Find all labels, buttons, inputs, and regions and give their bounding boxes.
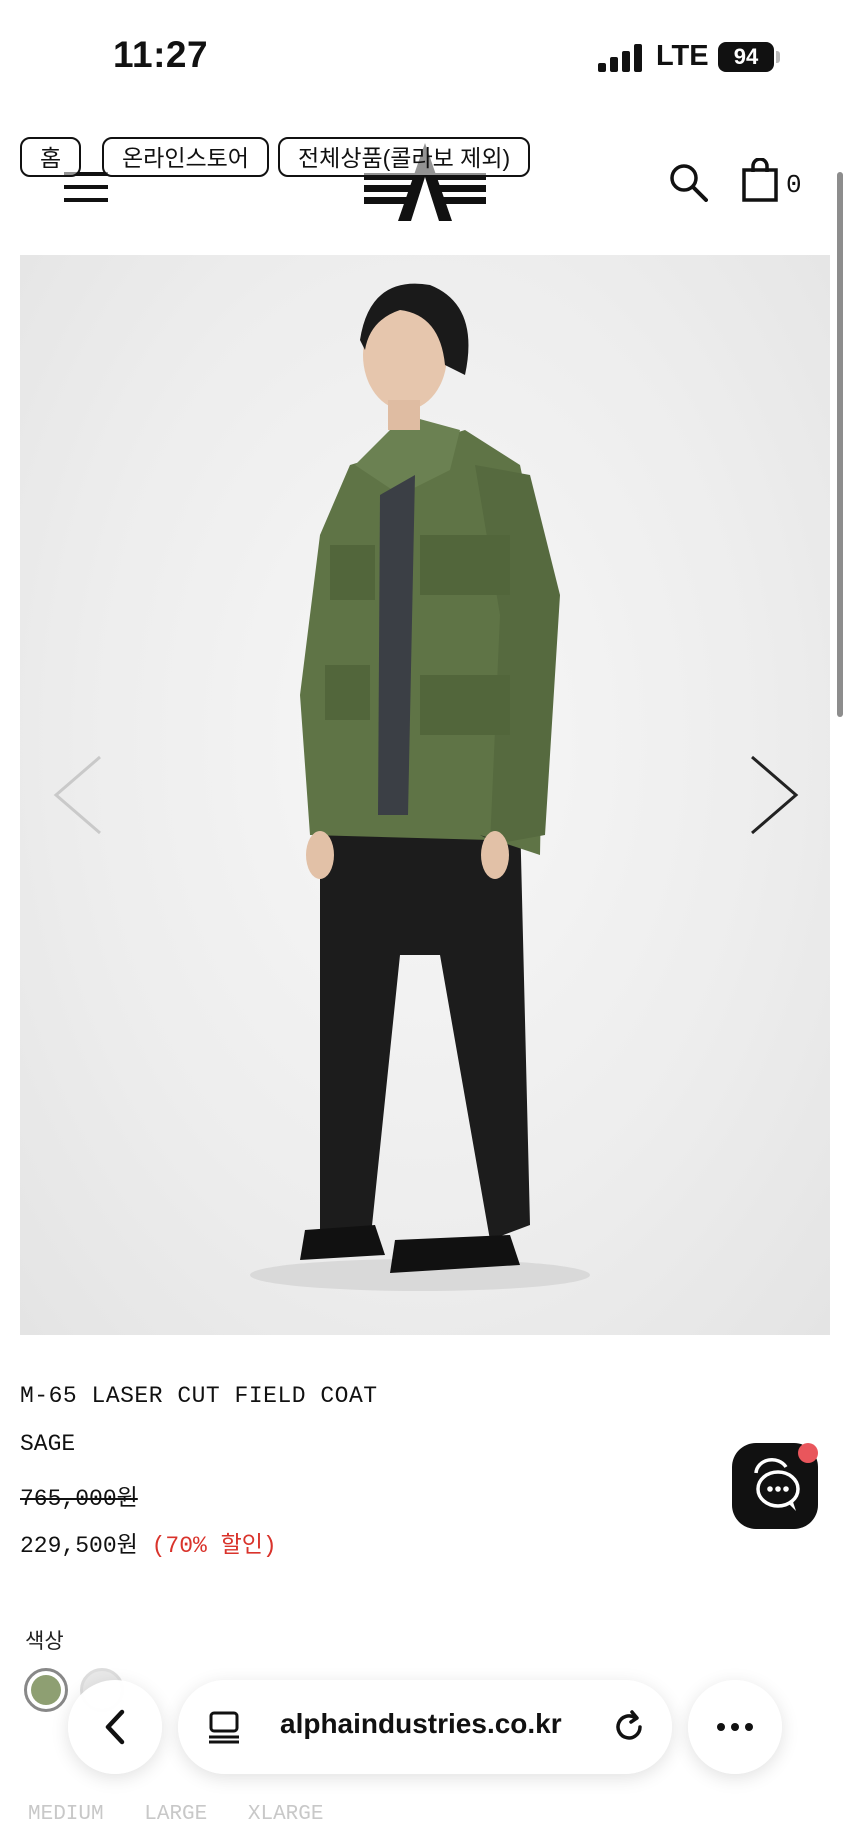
swatch-fill — [31, 1675, 61, 1705]
product-color-name: SAGE — [20, 1431, 76, 1457]
size-option-large[interactable]: LARGE — [144, 1803, 207, 1826]
cart-count: 0 — [786, 170, 802, 200]
color-swatch-sage[interactable] — [24, 1668, 68, 1712]
original-price: 765,000원 — [20, 1486, 138, 1512]
tabs-icon[interactable] — [206, 1709, 242, 1745]
sale-price: 229,500원 — [20, 1533, 138, 1559]
battery-tip — [776, 51, 780, 63]
breadcrumb-home[interactable]: 홈 — [20, 137, 82, 177]
signal-icon — [598, 44, 644, 72]
browser-back-button[interactable] — [68, 1680, 162, 1774]
network-label: LTE — [656, 40, 709, 72]
color-option-label: 색상 — [25, 1630, 64, 1653]
model-figure — [250, 283, 590, 1291]
back-arrow-icon — [105, 1709, 125, 1745]
reload-icon[interactable] — [610, 1708, 648, 1746]
size-options: MEDIUM LARGE XLARGE — [28, 1803, 351, 1826]
discount-label: (70% 할인) — [151, 1533, 277, 1559]
browser-more-button[interactable] — [688, 1680, 782, 1774]
carousel-next-icon[interactable] — [744, 753, 804, 837]
product-image[interactable] — [20, 255, 830, 1335]
carousel-prev-icon[interactable] — [48, 753, 108, 837]
shopping-bag-icon[interactable] — [742, 158, 778, 202]
battery-icon: 94 — [718, 42, 774, 72]
breadcrumb-online-store[interactable]: 온라인스토어 — [102, 137, 269, 177]
size-option-xlarge[interactable]: XLARGE — [248, 1803, 324, 1826]
chat-notification-badge — [798, 1443, 818, 1463]
product-name: M-65 LASER CUT FIELD COAT — [20, 1383, 378, 1409]
url-text[interactable]: alphaindustries.co.kr — [280, 1708, 562, 1740]
breadcrumb-all-products[interactable]: 전체상품(콜라보 제외) — [278, 137, 531, 177]
sale-price-row: 229,500원 (70% 할인) — [20, 1525, 277, 1559]
size-option-medium[interactable]: MEDIUM — [28, 1803, 104, 1826]
status-time: 11:27 — [113, 34, 209, 75]
more-dots-icon — [717, 1723, 753, 1731]
page-scrollbar[interactable] — [837, 172, 843, 717]
search-icon[interactable] — [668, 162, 708, 202]
